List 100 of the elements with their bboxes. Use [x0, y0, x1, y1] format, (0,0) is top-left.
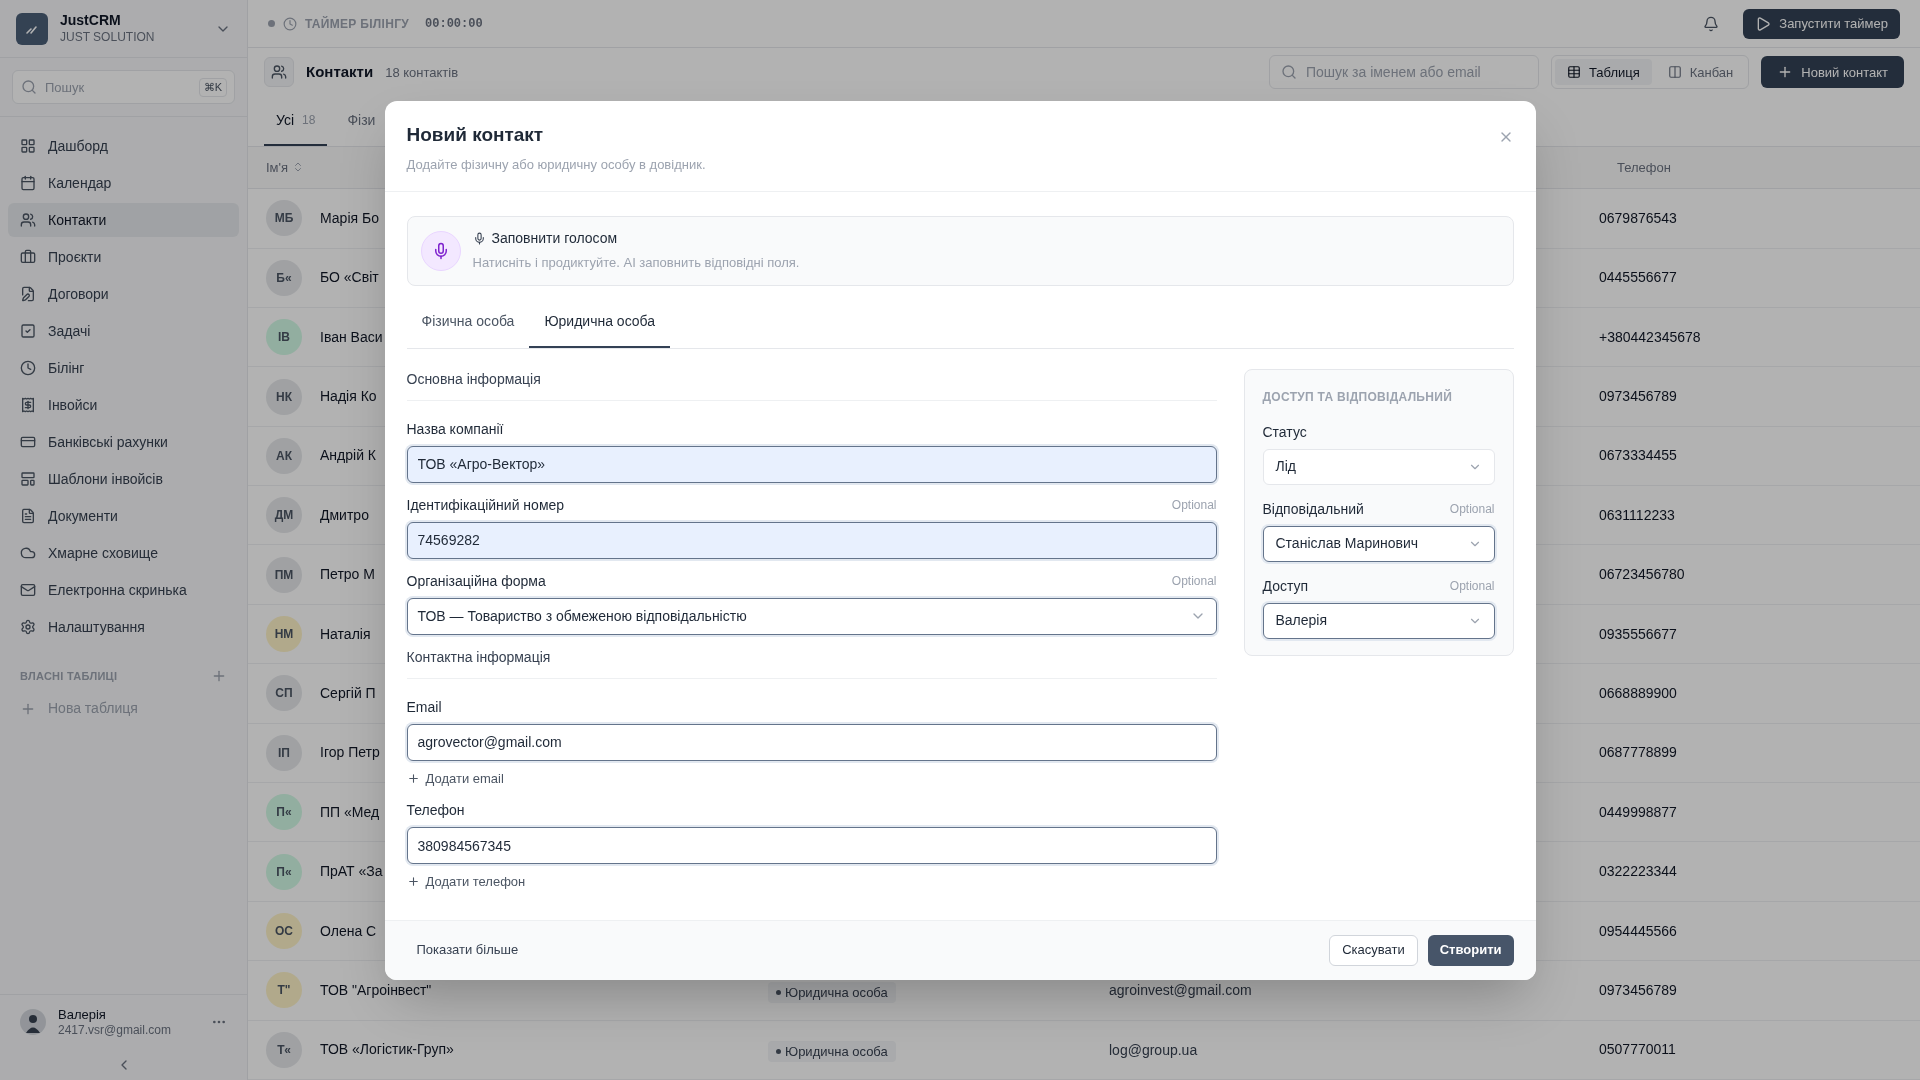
filter-tab[interactable]: Усі 18 [264, 96, 328, 146]
nav-item[interactable]: Інвойси [8, 388, 239, 422]
field-label: Назва компанії [406, 419, 504, 439]
contact-phone: 0445556677 [1599, 268, 1678, 288]
type-tab[interactable]: Фізична особа [406, 297, 530, 348]
view-toggle[interactable]: Таблиця [1554, 59, 1652, 86]
contact-phone: 0507770011 [1599, 1040, 1677, 1060]
search-field[interactable]: Пошук за іменем або email [1268, 55, 1539, 90]
dialog-title: Новий контакт [406, 122, 545, 147]
contact-phone: 0935556677 [1599, 624, 1678, 644]
contact-name: Олена С [320, 921, 377, 941]
receipt-icon [20, 397, 36, 413]
optional-hint: Optional [1171, 497, 1217, 514]
select-field[interactable]: Станіслав Маринович [1262, 525, 1495, 562]
timer-label: ТАЙМЕР БІЛІНГУ [305, 15, 410, 33]
avatar-initials: ПМ [266, 556, 302, 593]
nav-item[interactable]: Календар [8, 166, 239, 200]
nav-item[interactable]: Хмарне сховище [8, 536, 239, 570]
user-name: Валерія [58, 1006, 107, 1023]
contact-name: Петро М [320, 565, 375, 585]
avatar-initials: Т« [266, 1031, 302, 1068]
contact-name: ТОВ "Агроінвест" [320, 980, 432, 1000]
column-header[interactable]: Ім'я [266, 157, 289, 178]
avatar-initials: СП [266, 675, 302, 712]
nav-item[interactable]: Білінг [8, 351, 239, 385]
logo-icon [16, 12, 48, 45]
nav-item[interactable]: Банківські рахунки [8, 425, 239, 459]
field-label: Статус [1262, 422, 1307, 442]
nav-item[interactable]: Документи [8, 499, 239, 533]
select-field[interactable]: ТОВ — Товариство з обмеженою відповідальністю [406, 597, 1217, 635]
field-label: Доступ [1262, 576, 1309, 596]
section-title: Контактна інформація [406, 646, 1217, 679]
contact-name: БО «Світ [320, 268, 379, 288]
clock-icon [20, 360, 36, 376]
field-label: Організаційна форма [406, 571, 546, 591]
new-contact-button[interactable]: Новий контакт [1761, 56, 1904, 89]
nav-item[interactable]: Шаблони інвойсів [8, 462, 239, 496]
voice-title: Заповнити голосом [491, 229, 618, 249]
avatar-initials: НК [266, 378, 302, 415]
filter-tab[interactable]: Фізи [335, 96, 388, 146]
nav-item[interactable]: Задачі [8, 314, 239, 348]
page-title: Контакти [306, 62, 374, 83]
cancel-button[interactable]: Скасувати [1329, 934, 1418, 966]
contacts-count: 18 контактів [385, 63, 459, 82]
text-field[interactable]: 74569282 [406, 521, 1217, 559]
show-more-button[interactable]: Показати більше [406, 935, 529, 965]
layout-icon [20, 471, 36, 487]
start-timer-button[interactable]: Запустити таймер [1743, 8, 1900, 39]
contact-phone: 06723456780 [1599, 565, 1686, 585]
contact-phone: 0973456789 [1599, 980, 1678, 1000]
contact-phone: 0973456789 [1599, 387, 1678, 406]
field-label: Відповідальний [1262, 499, 1364, 519]
avatar-initials: МБ [266, 200, 302, 237]
mail-icon [20, 582, 36, 598]
contact-name: Надія Ко [320, 387, 377, 406]
optional-hint: Optional [1171, 573, 1217, 590]
timer-value: 00:00:00 [425, 15, 483, 33]
view-toggle[interactable]: Канбан [1655, 59, 1746, 86]
avatar-initials: ОС [266, 913, 302, 949]
voice-hint: Натисніть і продиктуйте. AI заповнить відповідні поля. [472, 254, 800, 273]
table-icon [1566, 65, 1581, 80]
document-pen-icon [20, 286, 36, 302]
microphone-icon [472, 232, 486, 246]
contact-name: ПрАТ «За [320, 862, 383, 882]
text-field[interactable]: 380984567345 [406, 827, 1217, 864]
contact-phone: 0668889900 [1599, 683, 1678, 703]
nav-item[interactable]: Налаштування [8, 610, 239, 644]
nav-item[interactable]: Контакти [8, 203, 239, 237]
search-icon [21, 79, 37, 95]
text-field[interactable]: agrovector@gmail.com [406, 723, 1217, 761]
contact-name: Сергій П [320, 683, 376, 703]
checkbox-icon [20, 323, 36, 339]
text-field[interactable]: ТОВ «Агро-Вектор» [406, 445, 1217, 483]
brand-name: JustCRM [60, 12, 122, 30]
avatar-initials: Т" [266, 972, 302, 1009]
contact-name: Наталія [320, 624, 371, 644]
avatar-initials: ІП [266, 734, 302, 771]
contact-phone: 0673334455 [1599, 446, 1678, 466]
nav-item[interactable]: Договори [8, 277, 239, 311]
users-icon [20, 212, 36, 228]
add-link[interactable]: Додати email [406, 768, 504, 788]
settings-icon [20, 619, 36, 635]
contact-name: Андрій К [320, 446, 376, 466]
nav-item[interactable]: Проєкти [8, 240, 239, 274]
document-icon [20, 508, 36, 524]
voice-fill-card[interactable]: Заповнити голосом Натисніть і продиктуйте. AI заповнить відповідні поля. [406, 215, 1514, 286]
panel-title: ДОСТУП ТА ВІДПОВІДАЛЬНИЙ [1262, 388, 1454, 406]
create-button[interactable]: Створити [1427, 934, 1514, 966]
bell-icon[interactable] [1703, 15, 1720, 32]
columns-icon [1667, 65, 1682, 80]
nav-item[interactable]: Електронна скринька [8, 573, 239, 607]
clock-icon [283, 16, 297, 31]
select-field[interactable]: Валерія [1262, 602, 1495, 639]
type-tab[interactable]: Юридична особа [529, 297, 671, 348]
nav-item[interactable]: Дашборд [8, 129, 239, 163]
select-field[interactable]: Лід [1262, 448, 1495, 485]
search-icon [1280, 64, 1297, 81]
contact-name: Марія Бо [320, 208, 379, 228]
add-link[interactable]: Додати телефон [406, 872, 526, 892]
field-label: Телефон [406, 801, 465, 820]
